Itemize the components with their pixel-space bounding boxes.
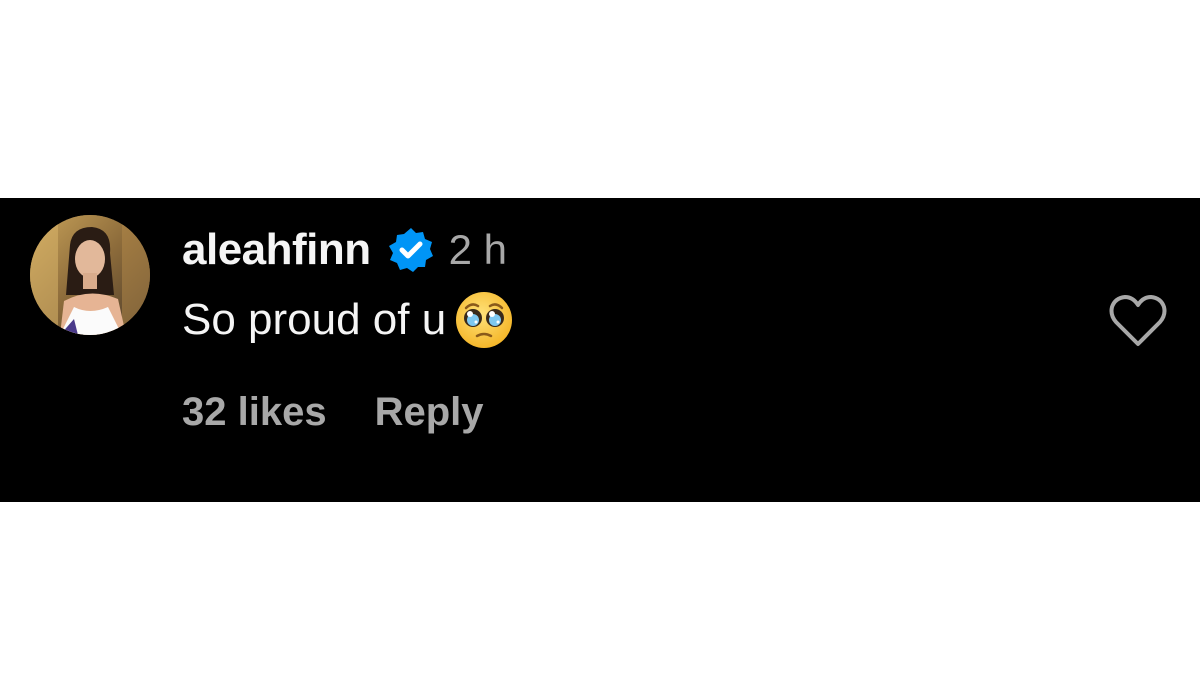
avatar[interactable] [30,215,150,335]
timestamp: 2 h [448,226,508,273]
comment-actions: 32 likes Reply [182,384,484,440]
verified-badge-icon [387,226,435,274]
comment-card: aleahfinn 2 h So proud of u 32 likes Rep… [0,198,1200,502]
comment-body: So proud of u [182,290,514,350]
username-link[interactable]: aleahfinn [182,225,371,275]
like-button[interactable] [1108,294,1168,348]
avatar-photo [30,215,150,335]
pleading-face-emoji-icon [454,290,514,350]
comment-text: So proud of u [182,295,447,344]
heart-outline-icon [1109,295,1167,346]
likes-count-button[interactable]: 32 likes [182,390,327,435]
reply-button[interactable]: Reply [375,390,484,435]
comment-header: aleahfinn 2 h [182,222,507,278]
